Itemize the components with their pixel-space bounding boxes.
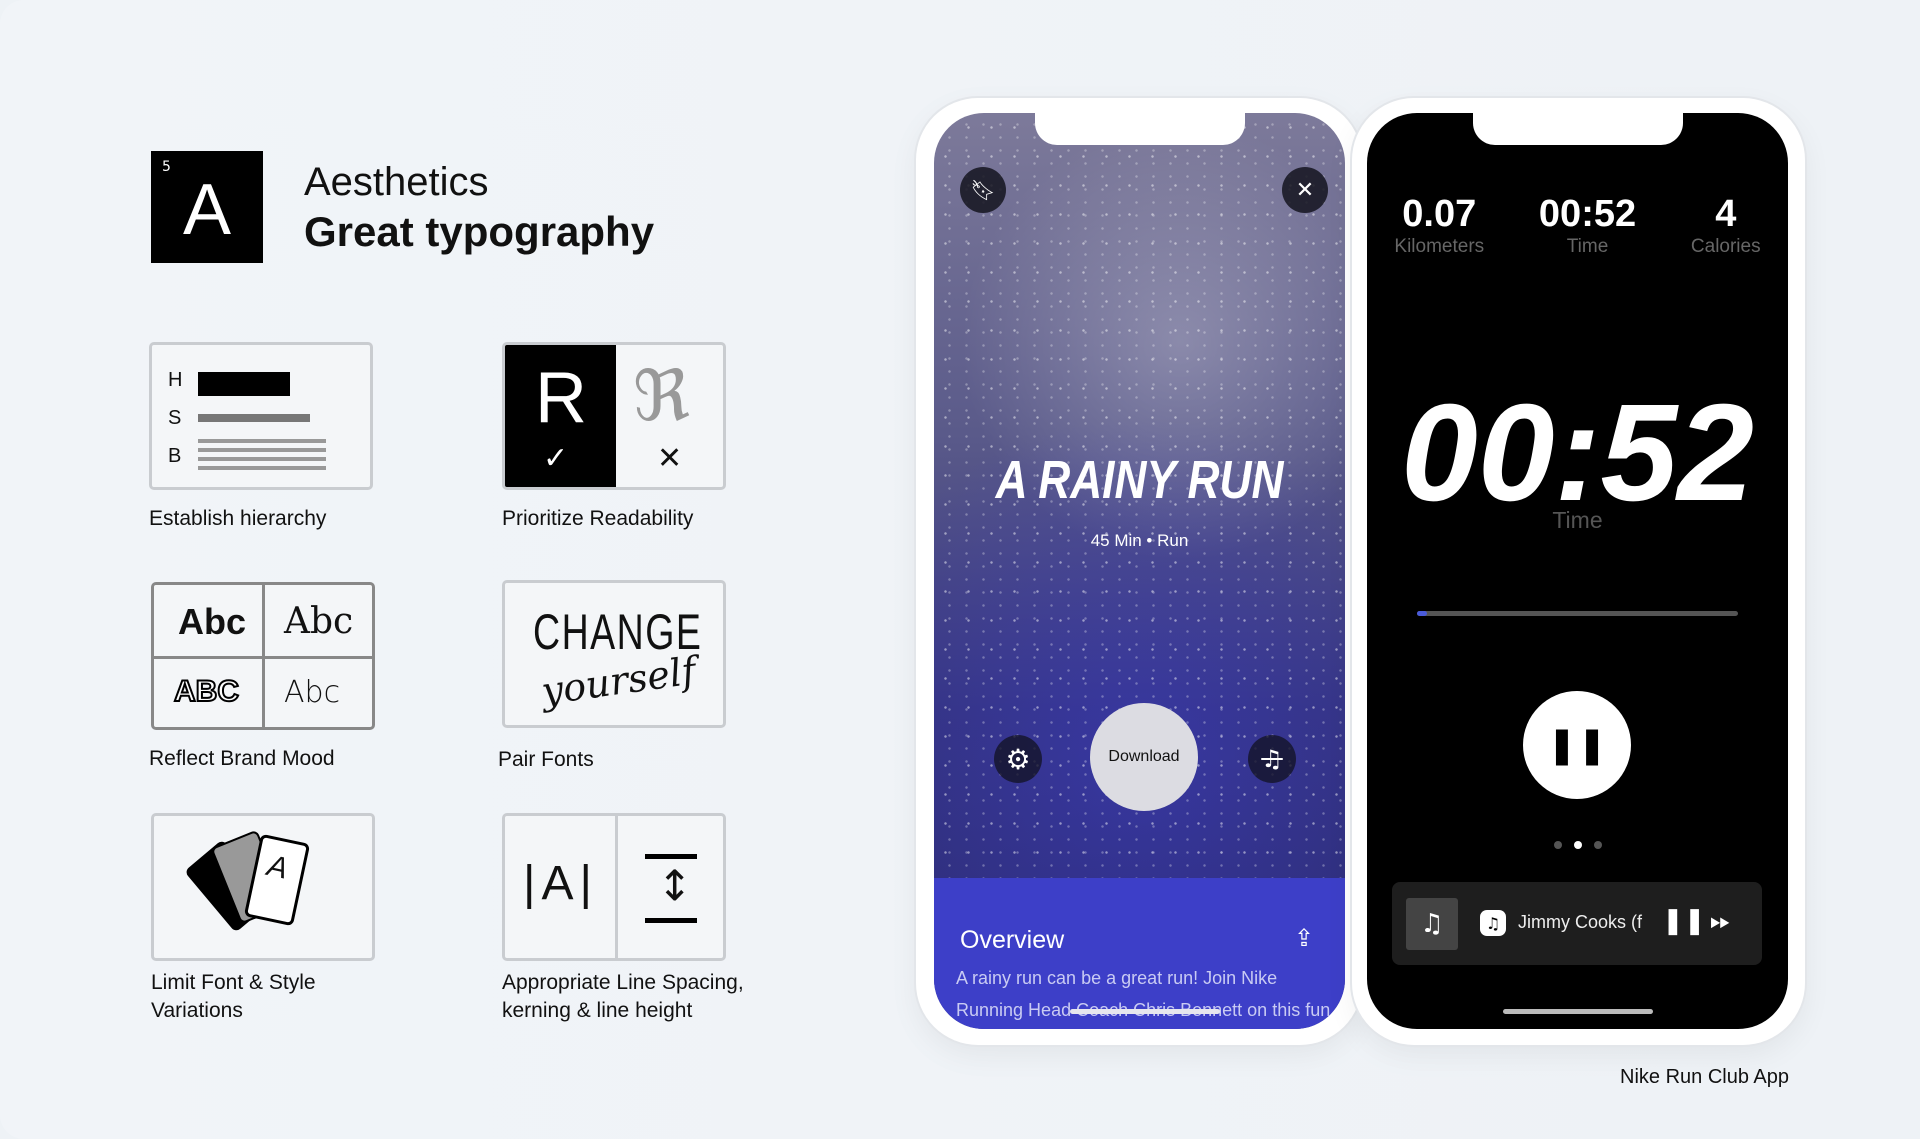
notch (1472, 113, 1683, 145)
pause-icon: ❚❚ (1546, 724, 1608, 766)
principle-label: Variations (151, 999, 243, 1022)
stats-row: 0.07 Kilometers 00:52 Time 4 Calories (1367, 193, 1788, 258)
workout-title: A RAINY RUN (995, 450, 1284, 510)
timer-display: 00:52 (1401, 376, 1754, 530)
timer-label: Time (1552, 507, 1603, 533)
home-indicator (1070, 1009, 1220, 1014)
stat-label: Kilometers (1394, 236, 1485, 257)
kerning-sample: |A| (523, 857, 598, 910)
good-letter: R (535, 358, 587, 438)
music-note-icon: ♫ (1420, 909, 1444, 939)
stat-distance: 0.07 Kilometers (1394, 193, 1484, 258)
readability-card: R ✓ ℜ ✕ (502, 342, 726, 490)
sample-outline: ABC (173, 674, 240, 709)
swatch-letter: A (264, 849, 291, 886)
apple-music-icon: ♫ (1480, 910, 1506, 936)
gear-icon: ⚙ (1005, 742, 1031, 776)
phone-run-tracker: 0.07 Kilometers 00:52 Time 4 Calories 00:52… (1352, 98, 1805, 1045)
album-art: ♫ (1406, 898, 1458, 950)
principle-label: Limit Font & Style (151, 971, 316, 994)
stat-calories: 4 Calories (1691, 193, 1761, 258)
stat-value: 4 (1715, 193, 1737, 235)
song-title: Jimmy Cooks (f (1518, 912, 1643, 932)
overview-panel: Overview ⇪ A rainy run can be a great ru… (934, 878, 1345, 1029)
category-label: Aesthetics (304, 160, 489, 204)
vertical-arrows-icon: ↕ (657, 861, 693, 910)
page-dot[interactable] (1553, 841, 1562, 849)
line-spacing-card: |A| ↕ (502, 813, 726, 961)
page-dot[interactable] (1593, 841, 1602, 849)
bookmark-button[interactable]: 🔖︎ (960, 167, 1006, 213)
home-indicator (1503, 1009, 1653, 1014)
section-badge: 5 A (151, 151, 263, 263)
bookmark-icon: 🔖︎ (970, 178, 996, 202)
principle-label: Pair Fonts (498, 748, 594, 771)
brand-mood-card: Abc Abc ABC Abc (151, 582, 375, 730)
subheading-bar (198, 414, 310, 422)
caption: Nike Run Club App (1620, 1066, 1789, 1088)
phone-workout-detail: 🔖︎ ✕ A RAINY RUN 45 Min • Run ⚙ Download… (916, 98, 1362, 1045)
h-letter: H (168, 369, 183, 391)
sample-serif: Abc (284, 601, 354, 642)
check-icon: ✓ (543, 441, 569, 476)
b-letter: B (168, 445, 182, 467)
music-off-button[interactable]: ♫ (1248, 735, 1296, 783)
principle-label: kerning & line height (502, 999, 693, 1022)
pair-fonts-card: CHANGE yourself (502, 580, 726, 728)
stat-label: Time (1566, 236, 1609, 257)
sample-light: Abc (284, 675, 341, 710)
progress-bar (1417, 611, 1738, 616)
divider (154, 656, 372, 659)
music-off-icon: ♫ (1261, 745, 1283, 773)
progress-fill (1417, 611, 1427, 616)
heading-bar (198, 372, 290, 396)
page-dots (1367, 841, 1788, 849)
s-letter: S (168, 407, 182, 429)
music-player: ♫ ♫ Jimmy Cooks (f ❚❚ ⏩︎ (1392, 882, 1762, 965)
share-icon[interactable]: ⇪ (1294, 924, 1314, 952)
sample-bold: Abc (178, 601, 247, 642)
pause-button[interactable]: ❚❚ (1523, 691, 1631, 799)
limit-fonts-card: A (151, 813, 375, 961)
stat-value: 00:52 (1538, 193, 1637, 235)
close-button[interactable]: ✕ (1282, 167, 1328, 213)
principle-label: Establish hierarchy (149, 507, 327, 530)
settings-button[interactable]: ⚙ (994, 735, 1042, 783)
hierarchy-card: H S B (149, 342, 373, 490)
line-bottom (645, 918, 697, 923)
page-title: Great typography (304, 208, 655, 255)
principle-label: Prioritize Readability (502, 507, 694, 530)
divider (615, 816, 618, 958)
stat-time: 00:52 Time (1539, 193, 1636, 258)
download-button[interactable]: Download (1090, 703, 1198, 811)
skip-forward-button[interactable]: ⏩︎ (1710, 906, 1731, 937)
badge-letter: A (182, 170, 232, 250)
overview-heading: Overview (960, 926, 1065, 954)
notch (1034, 113, 1245, 145)
body-lines (198, 439, 326, 443)
page-dot-active[interactable] (1573, 841, 1582, 849)
tracker-screen: 0.07 Kilometers 00:52 Time 4 Calories 00:52… (1367, 113, 1788, 1029)
principle-label: Reflect Brand Mood (149, 747, 335, 770)
stat-value: 0.07 (1402, 193, 1477, 235)
stat-label: Calories (1690, 236, 1761, 257)
cross-icon: ✕ (657, 441, 683, 476)
music-pause-button[interactable]: ❚❚ (1662, 906, 1706, 936)
bad-letter: ℜ (633, 355, 690, 437)
principle-label: Appropriate Line Spacing, (502, 971, 744, 994)
description-line: A rainy run can be a great run! Join Nik… (956, 968, 1278, 988)
line-top (645, 854, 697, 859)
close-icon: ✕ (1295, 177, 1315, 203)
workout-screen: 🔖︎ ✕ A RAINY RUN 45 Min • Run ⚙ Download… (934, 113, 1345, 1029)
workout-meta: 45 Min • Run (1090, 531, 1189, 550)
